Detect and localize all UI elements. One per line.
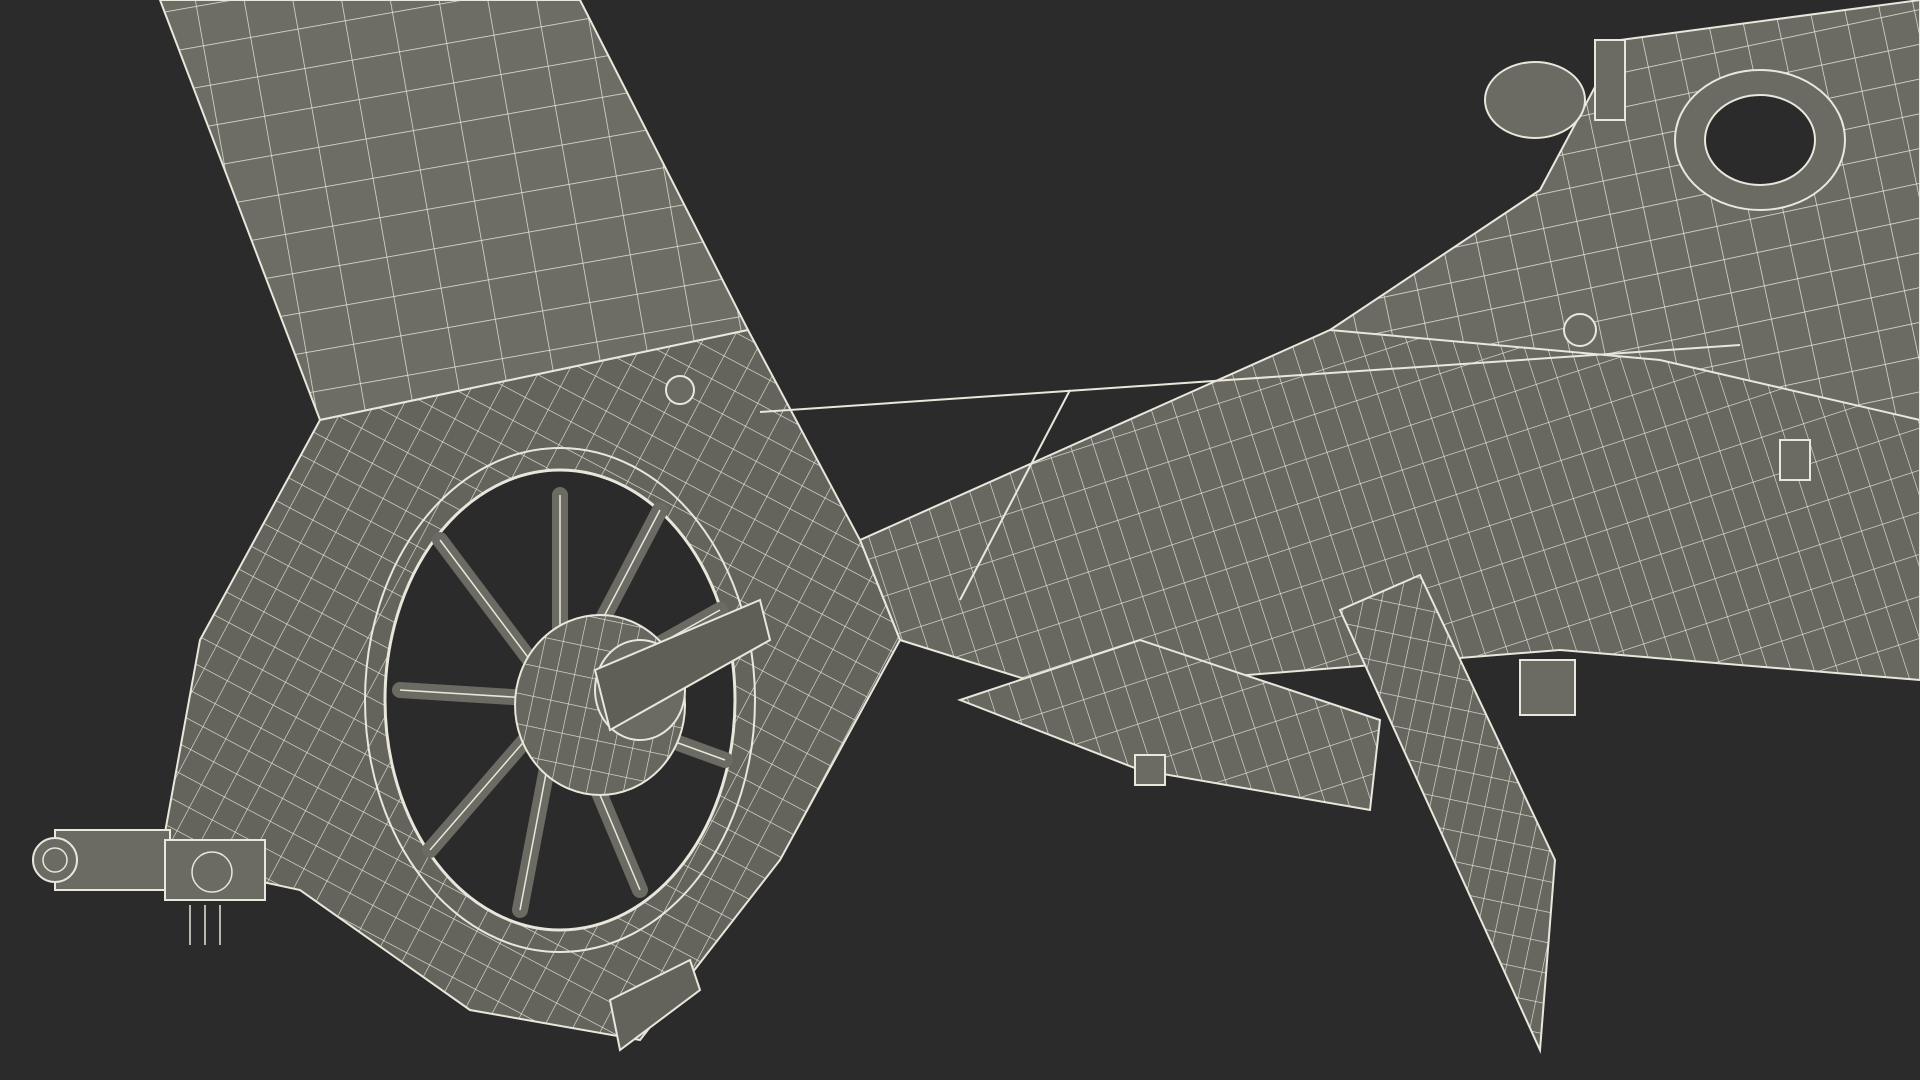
tail-light-assembly (32, 829, 266, 945)
render-viewport (0, 0, 1920, 1080)
wireframe-render (32, 0, 1920, 1054)
